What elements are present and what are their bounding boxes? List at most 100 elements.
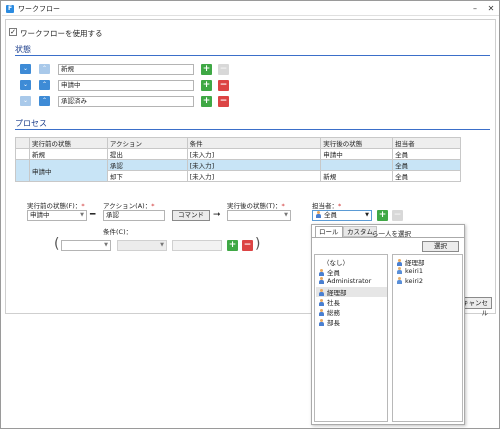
- user-icon: [396, 267, 403, 274]
- action-label: アクション(A)：*: [103, 202, 155, 210]
- status-section-title: 状態: [15, 45, 31, 54]
- remove-status-button[interactable]: −: [218, 80, 229, 91]
- add-condition-button[interactable]: +: [227, 240, 238, 251]
- status-input[interactable]: 承認済み: [58, 96, 194, 107]
- list-item[interactable]: 全員: [318, 267, 340, 277]
- chevron-down-icon: ▼: [284, 212, 288, 218]
- tab-role[interactable]: ロール: [315, 226, 343, 237]
- move-down-button[interactable]: ⌄: [20, 64, 31, 74]
- table-cell: 新規: [320, 170, 394, 182]
- action-input[interactable]: 承認: [103, 210, 165, 221]
- process-table: 実行前の状態 アクション 条件 実行後の状態 担当者 新規 提出 [未入力] 申…: [15, 137, 461, 182]
- move-up-button[interactable]: ⌃: [39, 80, 50, 90]
- table-cell: 承認: [106, 159, 188, 171]
- remove-condition-button[interactable]: −: [242, 240, 253, 251]
- column-header: 担当者: [392, 137, 461, 149]
- remove-status-button[interactable]: −: [218, 96, 229, 107]
- table-cell: 提出: [106, 148, 188, 160]
- process-section-title: プロセス: [15, 119, 47, 128]
- column-header: アクション: [106, 137, 188, 149]
- process-section-divider: [15, 129, 490, 130]
- list-item[interactable]: keiri2: [396, 277, 423, 285]
- use-workflow-checkbox[interactable]: ✓: [9, 28, 17, 36]
- select-button[interactable]: 選択: [422, 241, 459, 252]
- row-indicator[interactable]: [15, 148, 30, 160]
- command-button[interactable]: コマンド: [172, 210, 210, 221]
- table-cell: [320, 159, 394, 171]
- chevron-down-icon: ▼: [104, 242, 108, 248]
- table-cell: 新規: [28, 148, 108, 160]
- list-item[interactable]: 経理部: [316, 287, 387, 297]
- group-icon: [318, 299, 325, 306]
- group-icon: [318, 269, 325, 276]
- list-item[interactable]: Administrator: [318, 277, 371, 285]
- chevron-down-icon: ▼: [160, 242, 164, 248]
- chevron-down-icon: ▼: [365, 212, 369, 218]
- before-state-select[interactable]: 申請中 ▼: [27, 210, 87, 221]
- condition-operator-select[interactable]: ▼: [117, 240, 167, 251]
- group-icon: [396, 259, 403, 266]
- status-input[interactable]: 新規: [58, 64, 194, 75]
- table-cell: 全員: [392, 148, 461, 160]
- table-cell: 申請中: [28, 159, 108, 182]
- move-down-button[interactable]: ⌄: [20, 96, 31, 106]
- move-up-button[interactable]: ⌃: [39, 96, 50, 106]
- add-status-button[interactable]: +: [201, 64, 212, 75]
- list-item[interactable]: （なし）: [323, 257, 349, 267]
- list-item[interactable]: keiri1: [396, 267, 423, 275]
- group-icon: [315, 211, 322, 218]
- table-cell: 却下: [106, 170, 188, 182]
- condition-field-select[interactable]: ▼: [61, 240, 111, 251]
- chevron-down-icon: ▼: [80, 212, 84, 218]
- close-paren-icon: ): [255, 236, 261, 252]
- group-icon: [318, 309, 325, 316]
- table-cell: [未入力]: [186, 170, 322, 182]
- move-up-button[interactable]: ⌃: [39, 64, 50, 74]
- move-down-button[interactable]: ⌄: [20, 80, 31, 90]
- tab-divider: [312, 237, 464, 238]
- row-indicator-header: [15, 137, 30, 149]
- after-state-select[interactable]: ▼: [227, 210, 291, 221]
- table-cell: 申請中: [320, 148, 394, 160]
- column-header: 条件: [186, 137, 322, 149]
- group-icon: [318, 289, 325, 296]
- table-row[interactable]: 申請中 承認 [未入力] 全員: [15, 159, 461, 182]
- add-status-button[interactable]: +: [201, 96, 212, 107]
- list-item[interactable]: 部長: [318, 317, 340, 327]
- table-cell: 全員: [392, 159, 461, 171]
- user-icon: [396, 277, 403, 284]
- condition-label: 条件(C)：: [103, 228, 133, 236]
- column-header: 実行前の状態: [28, 137, 108, 149]
- dash-icon: ━: [90, 210, 96, 220]
- before-state-label: 実行前の状態(F)：*: [27, 202, 85, 210]
- list-item[interactable]: 経理部: [396, 257, 425, 267]
- condition-value-input[interactable]: [172, 240, 222, 251]
- open-paren-icon: (: [54, 236, 60, 252]
- window-title: ワークフロー: [18, 5, 60, 13]
- minimize-icon[interactable]: –: [470, 4, 480, 14]
- remove-process-button[interactable]: −: [392, 210, 403, 221]
- table-row[interactable]: 新規 提出 [未入力] 申請中 全員: [15, 148, 461, 160]
- list-item[interactable]: 総務: [318, 307, 340, 317]
- list-item[interactable]: 社長: [318, 297, 340, 307]
- table-cell: [未入力]: [186, 148, 322, 160]
- add-status-button[interactable]: +: [201, 80, 212, 91]
- assignee-popup: ロール カスタム ら一人を選択 選択 （なし） 全員 Administrator…: [311, 224, 465, 425]
- after-state-label: 実行後の状態(T)：*: [227, 202, 285, 210]
- group-icon: [318, 277, 325, 284]
- group-icon: [318, 319, 325, 326]
- arrow-right-icon: ➞: [213, 210, 221, 220]
- use-workflow-label: ワークフローを使用する: [20, 29, 103, 38]
- status-section-divider: [15, 55, 490, 56]
- row-indicator[interactable]: [15, 159, 30, 182]
- role-list: （なし） 全員 Administrator 経理部 社長 総務 部長: [314, 254, 388, 422]
- assignee-select[interactable]: 全員 ▼: [312, 210, 372, 221]
- table-cell: 全員: [392, 170, 461, 182]
- add-process-button[interactable]: +: [377, 210, 388, 221]
- remove-status-button[interactable]: −: [218, 64, 229, 75]
- status-input[interactable]: 申請中: [58, 80, 194, 91]
- app-icon: F: [6, 5, 14, 13]
- member-list: 経理部 keiri1 keiri2: [392, 254, 463, 422]
- title-bar: F ワークフロー – ✕: [2, 2, 499, 16]
- close-icon[interactable]: ✕: [486, 4, 496, 14]
